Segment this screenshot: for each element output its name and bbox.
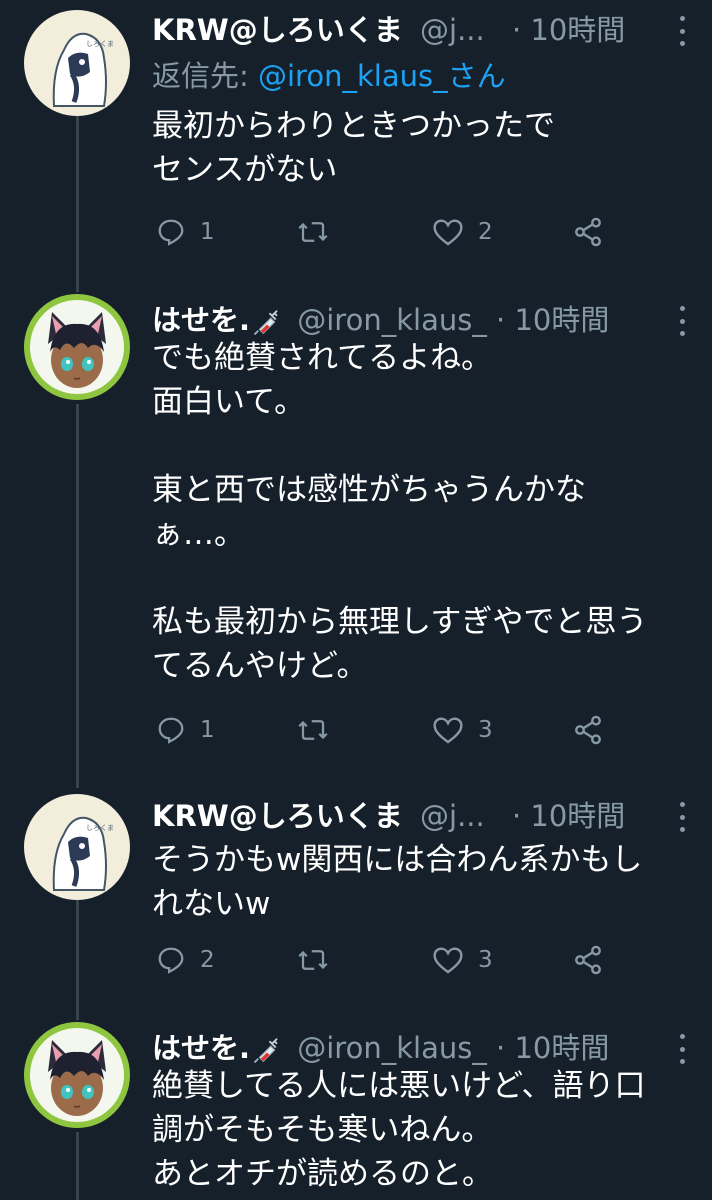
display-name[interactable]: KRW@しろいくま [152, 799, 403, 833]
share-icon [575, 217, 601, 247]
tweet-header: KRW@しろいくま @j... · 10時間 [152, 794, 692, 838]
share-button[interactable] [572, 710, 604, 750]
tweet-header: KRW@しろいくま @j... · 10時間 [152, 8, 692, 52]
svg-text:しろくま: しろくま [86, 40, 114, 48]
svg-text:しろくま: しろくま [86, 824, 114, 832]
separator-dot: · [486, 1031, 515, 1065]
avatar[interactable] [24, 294, 130, 400]
tweet-text: 最初からわりときつかったで センスがない [152, 108, 555, 188]
avatar[interactable]: しろくま [24, 794, 130, 900]
timestamp[interactable]: 10時間 [514, 1031, 609, 1065]
reply-icon [158, 717, 184, 744]
catboy-avatar-icon [24, 294, 130, 400]
share-button[interactable] [572, 212, 604, 252]
like-count: 2 [478, 219, 493, 245]
syringe-emoji-icon [253, 310, 278, 336]
display-name[interactable]: はせを. [152, 1031, 250, 1065]
tweet[interactable]: はせを. @iron_klaus_ · 10時間 絶賛してる人には悪いけど、語り… [0, 1018, 712, 1200]
catboy-avatar-icon [24, 1022, 130, 1128]
like-count: 3 [478, 947, 493, 973]
user-handle[interactable]: @iron_klaus_ [297, 1031, 487, 1065]
reply-button[interactable]: 1 [156, 212, 215, 252]
bear-avatar-icon: しろくま [24, 10, 130, 116]
heart-icon [433, 717, 463, 744]
tweet-text: でも絶賛されてるよね。 面白いて。 東と西では感性がちゃうんかな ぁ…。 私も最… [152, 340, 648, 684]
reply-icon [158, 947, 184, 974]
reply-to-mention[interactable]: @iron_klaus_さん [258, 59, 506, 93]
heart-icon [433, 219, 463, 246]
retweet-button[interactable] [296, 710, 344, 750]
reply-icon [158, 219, 184, 246]
timestamp[interactable]: 10時間 [530, 799, 625, 833]
like-count: 3 [478, 717, 493, 743]
avatar[interactable]: しろくま [24, 10, 130, 116]
bear-avatar-icon: しろくま [24, 794, 130, 900]
avatar[interactable] [24, 1022, 130, 1128]
more-options-icon[interactable] [672, 306, 692, 336]
like-button[interactable]: 2 [432, 212, 493, 252]
retweet-icon [298, 950, 328, 970]
tweet-text: そうかもw関西には合わん系かもし れないw [152, 842, 643, 922]
tweet[interactable]: しろくま KRW@しろいくま @j... · 10時間 そうかもw関西には合わん… [0, 786, 712, 1018]
reply-count: 1 [200, 219, 215, 245]
user-handle[interactable]: @j... [420, 13, 485, 47]
more-options-icon[interactable] [672, 802, 692, 832]
tweet-text: 絶賛してる人には悪いけど、語り口 調がそもそも寒いねん。 あとオチが読めるのと。 [152, 1068, 646, 1192]
tweet-actions: 2 3 [152, 940, 612, 980]
separator-dot: · [511, 799, 531, 833]
syringe-emoji-icon [253, 1038, 278, 1064]
retweet-icon [298, 720, 328, 740]
retweet-icon [298, 222, 328, 242]
reply-count: 1 [200, 717, 215, 743]
user-handle[interactable]: @iron_klaus_ [297, 303, 487, 337]
like-button[interactable]: 3 [432, 710, 493, 750]
reply-button[interactable]: 2 [156, 940, 215, 980]
tweet[interactable]: しろくま KRW@しろいくま @j... · 10時間 返信先: @iron_k… [0, 0, 712, 290]
separator-dot: · [511, 13, 531, 47]
share-button[interactable] [572, 940, 604, 980]
retweet-button[interactable] [296, 940, 344, 980]
more-options-icon[interactable] [672, 16, 692, 46]
display-name[interactable]: はせを. [152, 303, 250, 337]
tweet[interactable]: はせを. @iron_klaus_ · 10時間 でも絶賛されてるよね。 面白い… [0, 290, 712, 790]
display-name[interactable]: KRW@しろいくま [152, 13, 403, 47]
tweet-actions: 1 3 [152, 710, 612, 750]
share-icon [575, 945, 601, 975]
more-options-icon[interactable] [672, 1034, 692, 1064]
like-button[interactable]: 3 [432, 940, 493, 980]
heart-icon [433, 947, 463, 974]
reply-to: 返信先: @iron_klaus_さん [152, 54, 506, 98]
timestamp[interactable]: 10時間 [514, 303, 609, 337]
tweet-actions: 1 2 [152, 212, 612, 252]
reply-count: 2 [200, 947, 215, 973]
separator-dot: · [486, 303, 515, 337]
reply-button[interactable]: 1 [156, 710, 215, 750]
user-handle[interactable]: @j... [420, 799, 485, 833]
retweet-button[interactable] [296, 212, 344, 252]
reply-to-prefix: 返信先: [152, 59, 258, 93]
share-icon [575, 715, 601, 745]
timestamp[interactable]: 10時間 [530, 13, 625, 47]
